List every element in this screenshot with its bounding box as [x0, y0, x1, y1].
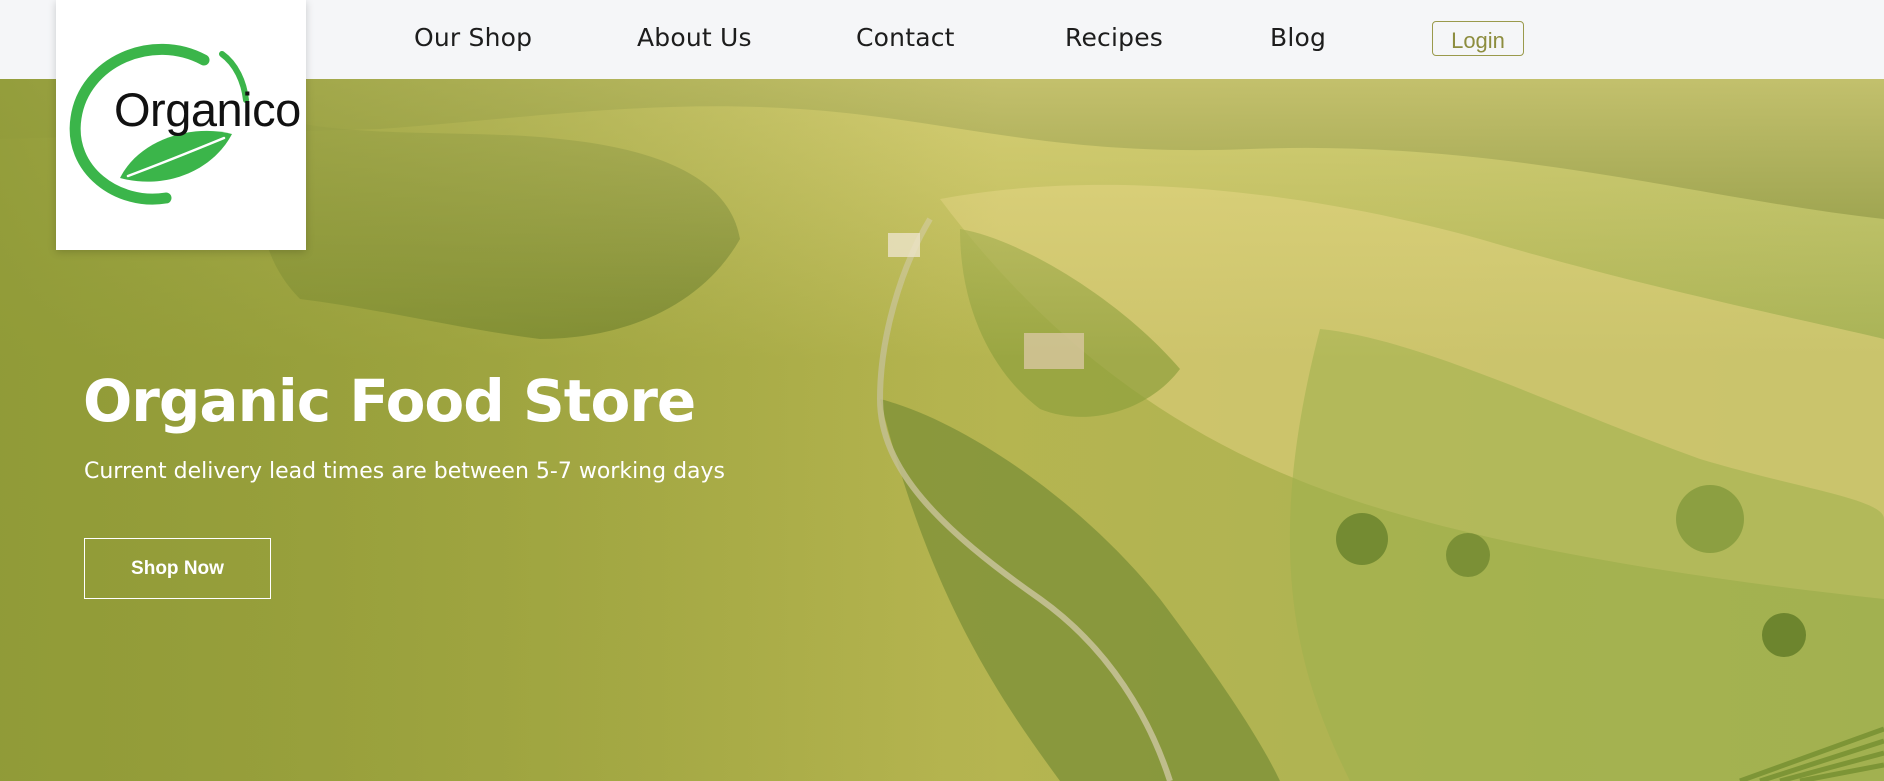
shop-now-button[interactable]: Shop Now — [84, 538, 271, 599]
nav-recipes[interactable]: Recipes — [1065, 21, 1163, 55]
nav-our-shop[interactable]: Our Shop — [414, 21, 532, 55]
logo-wordmark: Organico — [114, 83, 301, 136]
nav-about-us[interactable]: About Us — [637, 21, 752, 55]
logo[interactable]: Organico — [56, 0, 306, 250]
nav-blog[interactable]: Blog — [1270, 21, 1326, 55]
hero-subtitle: Current delivery lead times are between … — [84, 459, 726, 484]
login-button[interactable]: Login — [1432, 21, 1524, 56]
hero-title: Organic Food Store — [83, 367, 696, 435]
page: Our Shop About Us Contact Recipes Blog L… — [0, 0, 1884, 781]
nav-contact[interactable]: Contact — [856, 21, 955, 55]
